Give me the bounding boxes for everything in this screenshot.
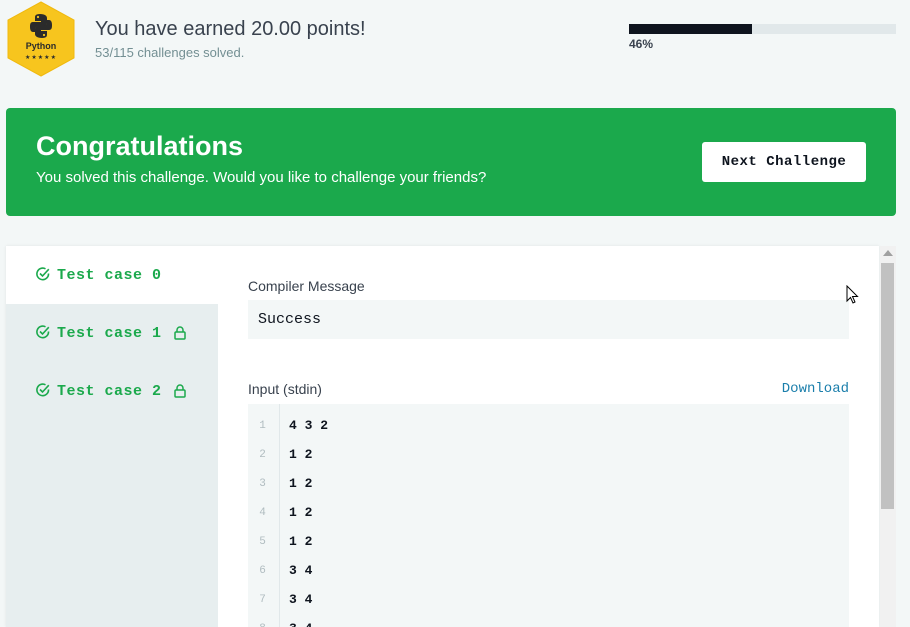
code-line: 8 3 4	[248, 611, 849, 627]
tab-test-case-0[interactable]: Test case 0	[6, 246, 218, 304]
line-number: 7	[259, 594, 266, 606]
code-line: 7 3 4	[248, 582, 849, 611]
badge-label: Python	[25, 41, 57, 51]
code-line: 5 1 2	[248, 524, 849, 553]
line-number: 1	[259, 420, 266, 432]
progress-bar-fill	[629, 24, 752, 34]
line-number: 3	[259, 478, 266, 490]
compiler-message-box: Success	[248, 300, 849, 339]
line-number: 8	[248, 623, 277, 627]
scrollbar-thumb[interactable]	[881, 263, 894, 509]
line-number: 2	[259, 449, 266, 461]
points-earned-text: You have earned 20.00 points!	[95, 18, 366, 40]
tab-test-case-2[interactable]: Test case 2	[6, 362, 218, 420]
code-line: 1 4 3 2	[248, 408, 849, 437]
input-stdin-label: Input (stdin)	[248, 381, 322, 397]
congratulations-banner: Congratulations You solved this challeng…	[6, 108, 896, 216]
lock-icon	[174, 326, 186, 340]
line-number: 4	[259, 507, 266, 519]
line-content: 1 2	[289, 505, 313, 520]
code-line: 4 1 2	[248, 495, 849, 524]
code-line: 6 3 4	[248, 553, 849, 582]
check-circle-icon	[36, 325, 50, 339]
code-line: 3 1 2	[248, 466, 849, 495]
line-number: 6	[259, 565, 266, 577]
line-number: 5	[259, 536, 266, 548]
line-content: 3 4	[289, 592, 313, 607]
next-challenge-button[interactable]: Next Challenge	[702, 142, 866, 182]
line-content: 1 2	[289, 534, 313, 549]
scroll-up-arrow-icon[interactable]	[883, 250, 893, 256]
test-case-label: Test case 0	[57, 267, 162, 284]
lock-icon	[174, 384, 186, 398]
code-line: 2 1 2	[248, 437, 849, 466]
compiler-message-text: Success	[258, 311, 322, 328]
check-circle-icon	[36, 267, 50, 281]
test-case-label: Test case 1	[57, 325, 162, 342]
badge-stars: ★★★★★	[25, 55, 57, 61]
line-content: 3 4	[289, 621, 312, 627]
progress-bar	[629, 24, 896, 34]
line-content: 1 2	[289, 447, 313, 462]
python-badge: Python ★★★★★	[6, 1, 76, 77]
compiler-message-label: Compiler Message	[248, 278, 365, 294]
progress-percent: 46%	[629, 37, 654, 51]
banner-title: Congratulations	[36, 131, 243, 161]
badge-hexagon-icon	[7, 1, 75, 77]
input-code-view: 1 4 3 2 2 1 2 3 1 2 4 1 2 5 1 2 6 3 4 7 …	[248, 404, 849, 627]
challenges-solved-text: 53/115 challenges solved.	[95, 45, 245, 60]
line-content: 4 3 2	[289, 418, 329, 433]
tab-test-case-1[interactable]: Test case 1	[6, 304, 218, 362]
test-case-label: Test case 2	[57, 383, 162, 400]
check-circle-icon	[36, 383, 50, 397]
mouse-cursor-icon	[846, 285, 859, 304]
line-content: 3 4	[289, 563, 313, 578]
line-content: 1 2	[289, 476, 313, 491]
download-link[interactable]: Download	[782, 381, 849, 397]
banner-subtitle: You solved this challenge. Would you lik…	[36, 169, 487, 186]
